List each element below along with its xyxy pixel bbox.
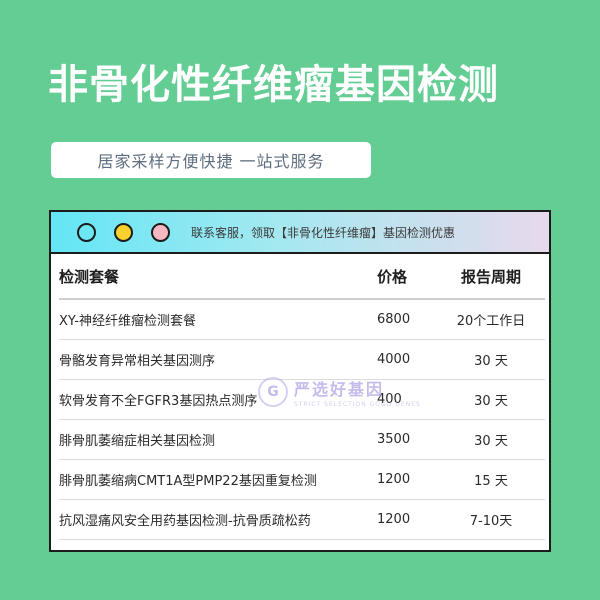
card-header-bar: 联系客服，领取【非骨化性纤维瘤】基因检测优惠 [51,212,549,254]
package-name-cell: 腓骨肌萎缩症相关基因检测 [59,419,377,460]
price-cell: 1200 [377,459,437,500]
period-cell: 30 天 [437,339,545,380]
period-cell: 30 天 [437,419,545,460]
period-cell: 30 天 [437,379,545,420]
package-name-cell: 抗风湿痛风安全用药基因检测-抗骨质疏松药 [59,499,377,540]
column-header-package: 检测套餐 [59,254,377,300]
subtitle-banner: 居家采样方便快捷 一站式服务 [51,142,371,178]
table-header-row: 检测套餐 价格 报告周期 [59,254,545,300]
price-cell: 1200 [377,499,437,540]
page-title: 非骨化性纤维瘤基因检测 [48,62,499,108]
period-cell: 15 天 [437,459,545,500]
package-name-cell: 腓骨肌萎缩病CMT1A型PMP22基因重复检测 [59,459,377,500]
table-row: 软骨发育不全FGFR3基因热点测序 400 30 天 [59,379,545,420]
subtitle-text: 居家采样方便快捷 一站式服务 [97,152,325,171]
table-row: 骨骼发育异常相关基因测序 4000 30 天 [59,339,545,380]
column-header-price: 价格 [377,254,437,300]
price-cell: 400 [377,379,437,420]
period-cell: 7-10天 [437,499,545,540]
window-dot-yellow-icon [114,222,133,242]
column-header-period: 报告周期 [437,254,545,300]
test-package-table: 检测套餐 价格 报告周期 XY-神经纤维瘤检测套餐 6800 20个工作日 骨骼… [59,254,545,540]
package-name-cell: 骨骼发育异常相关基因测序 [59,339,377,380]
package-name-cell: XY-神经纤维瘤检测套餐 [59,299,377,340]
price-table-card: 联系客服，领取【非骨化性纤维瘤】基因检测优惠 检测套餐 价格 报告周期 XY-神… [49,210,551,552]
table-row: 腓骨肌萎缩症相关基因检测 3500 30 天 [59,419,545,460]
price-cell: 4000 [377,339,437,380]
period-cell: 20个工作日 [437,299,545,340]
table-row: XY-神经纤维瘤检测套餐 6800 20个工作日 [59,299,545,340]
table-row: 腓骨肌萎缩病CMT1A型PMP22基因重复检测 1200 15 天 [59,459,545,500]
table-row: 抗风湿痛风安全用药基因检测-抗骨质疏松药 1200 7-10天 [59,499,545,540]
window-dot-cyan-icon [77,222,96,242]
contact-service-text: 联系客服，领取【非骨化性纤维瘤】基因检测优惠 [191,225,456,240]
window-dot-pink-icon [151,222,170,242]
package-name-cell: 软骨发育不全FGFR3基因热点测序 [59,379,377,420]
price-cell: 6800 [377,299,437,340]
price-cell: 3500 [377,419,437,460]
